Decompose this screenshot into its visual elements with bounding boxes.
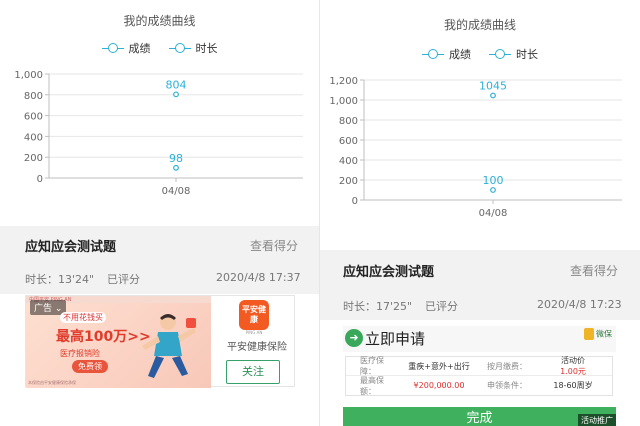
score-chart: 0 200 400 600 800 1,000 1,200 04/08 100 1045 xyxy=(329,76,622,219)
quiz-record[interactable]: 应知应会测试题 查看得分 时长：13'24" 已评分 2020/4/8 17:3… xyxy=(0,226,319,294)
data-point-duration[interactable] xyxy=(490,92,496,99)
quiz-title: 应知应会测试题 xyxy=(343,265,435,280)
legend-line-marker-icon xyxy=(168,42,191,54)
info-key: 申领条件： xyxy=(487,381,527,390)
quiz-datetime: 2020/4/8 17:37 xyxy=(216,271,301,284)
legend-line-marker-icon xyxy=(422,48,444,60)
legend-item-score[interactable]: 成绩 xyxy=(101,40,151,56)
y-tick-label: 0 xyxy=(352,196,358,207)
advertisement[interactable]: 中国平安 PING AN 广告 ⌄ 不用花钱买 最高100万>> 医疗报销险 免… xyxy=(25,295,295,388)
weibao-logo: 微保 xyxy=(584,328,612,340)
x-tick-label: 04/08 xyxy=(162,186,191,197)
info-value: 18-60周岁 xyxy=(553,381,593,390)
arrow-right-icon: ➜ xyxy=(345,329,363,347)
legend-item-duration[interactable]: 时长 xyxy=(489,46,538,62)
chart-title: 我的成绩曲线 xyxy=(443,18,516,32)
info-key: 按月缴费： xyxy=(487,361,527,371)
quiz-duration: 时长：17'25" xyxy=(343,300,413,313)
legend-label: 成绩 xyxy=(449,48,471,61)
y-tick-label: 200 xyxy=(339,176,358,187)
chart-legend: 成绩 时长 xyxy=(0,40,319,56)
y-tick-label: 1,200 xyxy=(329,76,358,87)
view-score-link[interactable]: 查看得分 xyxy=(250,237,298,254)
y-tick-label: 800 xyxy=(24,91,43,102)
info-value: 重疾+意外+出行 xyxy=(408,361,470,371)
advertiser-logo[interactable]: 平安健康 xyxy=(239,300,269,330)
y-tick-label: 1,000 xyxy=(329,96,358,107)
running-person-illustration xyxy=(142,314,196,378)
y-tick-label: 800 xyxy=(339,116,358,127)
ad-fine-print: 本保险由平安健康保险承保 xyxy=(28,380,76,385)
y-tick-label: 400 xyxy=(24,132,43,143)
ad-slogan: 不用花钱买 xyxy=(60,312,106,323)
left-screen: 我的成绩曲线 成绩 时长 0 200 400 600 800 1,000 04/08 98 80… xyxy=(0,0,319,426)
table-row: 医疗保障： 重疾+意外+出行 按月缴费： 活动价 1.00元 xyxy=(346,356,612,376)
legend-line-marker-icon xyxy=(489,48,511,60)
data-label: 1045 xyxy=(479,80,507,93)
legend-item-score[interactable]: 成绩 xyxy=(422,46,471,62)
y-tick-label: 600 xyxy=(339,136,358,147)
ad-free-button[interactable]: 免费领 xyxy=(72,360,108,373)
info-key: 最高保额： xyxy=(360,375,384,396)
data-label: 804 xyxy=(166,78,187,91)
quiz-title: 应知应会测试题 xyxy=(25,240,117,255)
legend-item-duration[interactable]: 时长 xyxy=(168,40,218,56)
insurance-info-table: 医疗保障： 重疾+意外+出行 按月缴费： 活动价 1.00元 最高保额： ¥20… xyxy=(345,356,613,396)
legend-line-marker-icon xyxy=(101,42,124,54)
advertiser-name: 平安健康保险 xyxy=(227,342,287,353)
y-tick-label: 400 xyxy=(339,156,358,167)
y-tick-label: 200 xyxy=(24,153,43,164)
ad-subline: 医疗报销险 xyxy=(60,349,100,358)
data-label: 98 xyxy=(169,152,183,165)
done-button[interactable]: 完成 xyxy=(343,407,616,426)
quiz-duration: 时长：13'24" xyxy=(25,273,95,286)
score-chart: 0 200 400 600 800 1,000 04/08 98 804 xyxy=(14,70,303,197)
follow-button[interactable]: 关注 xyxy=(226,360,280,384)
y-tick-label: 600 xyxy=(24,112,43,123)
advertiser-logo-caption: PING AN xyxy=(245,330,263,335)
apply-now-label[interactable]: 立即申请 xyxy=(365,328,425,349)
chart-legend: 成绩 时长 xyxy=(320,46,640,62)
data-point-duration[interactable] xyxy=(173,91,179,98)
chart-title: 我的成绩曲线 xyxy=(123,14,196,28)
table-row: 最高保额： ¥200,000.00 申领条件： 18-60周岁 xyxy=(346,375,612,396)
legend-label: 时长 xyxy=(195,42,218,55)
info-value: ¥200,000.00 xyxy=(413,381,465,390)
data-point-score[interactable] xyxy=(490,187,496,193)
quiz-status: 已评分 xyxy=(425,300,458,313)
quiz-record[interactable]: 应知应会测试题 查看得分 时长：17'25" 已评分 2020/4/8 17:2… xyxy=(320,250,640,320)
view-score-link[interactable]: 查看得分 xyxy=(570,262,618,279)
legend-label: 时长 xyxy=(516,48,538,61)
y-tick-label: 1,000 xyxy=(14,70,43,81)
data-label: 100 xyxy=(483,174,504,187)
apply-header[interactable]: ➜ 立即申请 微保 xyxy=(343,326,616,352)
ad-image[interactable]: 中国平安 PING AN 广告 ⌄ 不用花钱买 最高100万>> 医疗报销险 免… xyxy=(26,296,211,388)
x-tick-label: 04/08 xyxy=(479,208,508,219)
promo-tag: 活动推广 xyxy=(578,414,616,426)
quiz-status: 已评分 xyxy=(107,273,140,286)
data-point-score[interactable] xyxy=(173,164,179,171)
info-value: 活动价 1.00元 xyxy=(560,356,586,376)
quiz-datetime: 2020/4/8 17:23 xyxy=(537,298,622,311)
ad-headline: 最高100万>> xyxy=(56,329,151,345)
legend-label: 成绩 xyxy=(128,42,151,55)
advertisement[interactable]: ➜ 立即申请 微保 医疗保障： 重疾+意外+出行 按月缴费： 活动价 1.00元… xyxy=(343,326,616,426)
y-tick-label: 0 xyxy=(37,174,43,185)
